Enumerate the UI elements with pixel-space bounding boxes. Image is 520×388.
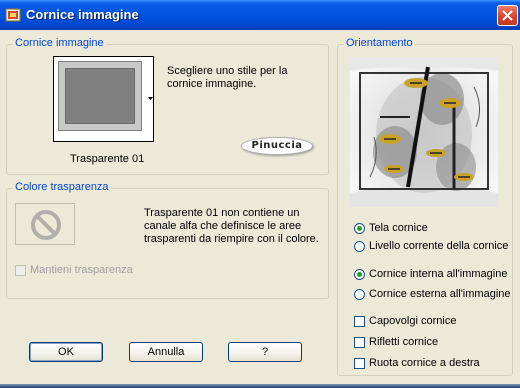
frame-inside-radio[interactable] [354,269,365,280]
apply-to-layer-radio[interactable] [354,241,365,252]
close-button[interactable] [497,5,518,26]
app-icon [5,8,21,22]
frame-style-picker[interactable] [53,56,154,142]
window-title: Cornice immagine [26,7,139,22]
no-color-icon [31,210,61,240]
transparency-message-line3: trasparenti da riempire con il colore. [144,233,319,245]
transparency-color-swatch[interactable] [15,203,75,245]
dropdown-arrow-icon [148,97,153,100]
rotate-frame-checkbox[interactable] [354,358,365,369]
frame-outside-label: Cornice esterna all'immagine [369,288,511,300]
frame-outside-radio[interactable] [354,289,365,300]
frame-style-name: Trasparente 01 [70,153,145,165]
orientation-group-label: Orientamento [344,37,415,49]
frame-description: Scegliere uno stile per la cornice immag… [167,65,288,90]
flip-frame-label: Capovolgi cornice [369,315,457,327]
keep-transparency-checkbox[interactable] [15,265,26,276]
frame-preview-outer [58,61,142,131]
frame-preview-inner [65,68,135,124]
frame-group-label: Cornice immagine [13,37,106,49]
transparency-message-line2: canale alfa che definisce le aree [144,220,302,232]
ok-button[interactable]: OK [29,342,103,362]
mirror-frame-checkbox[interactable] [354,337,365,348]
rotate-frame-label: Ruota cornice a destra [369,357,480,369]
mirror-frame-label: Rifletti cornice [369,336,439,348]
close-icon [502,10,513,21]
flip-frame-checkbox[interactable] [354,316,365,327]
frame-preview-artwork [350,57,498,207]
taskbar-edge [0,384,520,388]
logo-watermark: Pinuccia [241,137,313,155]
apply-to-canvas-label: Tela cornice [369,222,428,234]
transparency-message-line1: Trasparente 01 non contiene un [144,207,300,219]
title-bar: Cornice immagine [0,0,520,30]
orientation-preview-image [350,57,498,207]
keep-transparency-label: Mantieni trasparenza [30,264,133,276]
apply-to-layer-label: Livello corrente della cornice [369,240,509,252]
transparency-group-label: Colore trasparenza [13,181,111,193]
frame-inside-label: Cornice interna all'immagine [369,268,508,280]
help-button[interactable]: ? [228,342,302,362]
apply-to-canvas-radio[interactable] [354,223,365,234]
cancel-button[interactable]: Annulla [129,342,203,362]
